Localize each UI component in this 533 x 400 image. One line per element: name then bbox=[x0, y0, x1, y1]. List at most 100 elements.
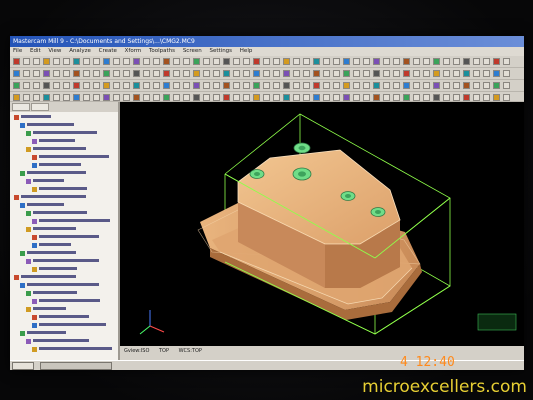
toolbar-button[interactable] bbox=[53, 82, 60, 89]
menu-item[interactable]: Xform bbox=[122, 48, 145, 54]
toolbar-button[interactable] bbox=[453, 94, 460, 101]
toolbar-button[interactable] bbox=[373, 58, 380, 65]
toolbar-button[interactable] bbox=[393, 94, 400, 101]
tree-item[interactable] bbox=[10, 235, 116, 242]
toolbar-button[interactable] bbox=[243, 94, 250, 101]
toolbar-button[interactable] bbox=[303, 58, 310, 65]
toolbar-button[interactable] bbox=[73, 82, 80, 89]
toolbar-button[interactable] bbox=[73, 58, 80, 65]
toolbar-button[interactable] bbox=[133, 70, 140, 77]
toolbar-button[interactable] bbox=[383, 70, 390, 77]
toolbar-button[interactable] bbox=[413, 82, 420, 89]
tree-item[interactable] bbox=[10, 163, 116, 170]
toolbar-button[interactable] bbox=[183, 82, 190, 89]
toolbar-button[interactable] bbox=[423, 58, 430, 65]
toolbar-button[interactable] bbox=[263, 70, 270, 77]
toolbar-button[interactable] bbox=[393, 58, 400, 65]
toolbar-button[interactable] bbox=[503, 94, 510, 101]
toolbar-button[interactable] bbox=[63, 82, 70, 89]
toolbar-button[interactable] bbox=[483, 58, 490, 65]
toolbar-button[interactable] bbox=[113, 94, 120, 101]
tree-item[interactable] bbox=[10, 155, 116, 162]
toolbar-button[interactable] bbox=[493, 82, 500, 89]
toolbar-button[interactable] bbox=[293, 70, 300, 77]
toolbar-button[interactable] bbox=[23, 82, 30, 89]
toolbar-button[interactable] bbox=[323, 82, 330, 89]
toolbar-button[interactable] bbox=[453, 58, 460, 65]
toolbar-button[interactable] bbox=[503, 82, 510, 89]
toolbar-button[interactable] bbox=[113, 58, 120, 65]
toolbar-button[interactable] bbox=[23, 70, 30, 77]
tree-item[interactable] bbox=[10, 203, 116, 210]
tree-item[interactable] bbox=[10, 123, 116, 130]
toolbar-button[interactable] bbox=[433, 82, 440, 89]
tree-item[interactable] bbox=[10, 171, 116, 178]
toolbar-button[interactable] bbox=[183, 70, 190, 77]
toolbar-button[interactable] bbox=[413, 58, 420, 65]
toolbar-button[interactable] bbox=[323, 70, 330, 77]
toolbar-button[interactable] bbox=[113, 70, 120, 77]
toolbar-button[interactable] bbox=[333, 70, 340, 77]
menu-item[interactable]: Toolpaths bbox=[146, 48, 178, 54]
toolbar-button[interactable] bbox=[113, 82, 120, 89]
toolbar-button[interactable] bbox=[203, 94, 210, 101]
tree-item[interactable] bbox=[10, 251, 116, 258]
toolbar-button[interactable] bbox=[133, 58, 140, 65]
toolbar-button[interactable] bbox=[243, 70, 250, 77]
toolbar-button[interactable] bbox=[343, 70, 350, 77]
toolbar-button[interactable] bbox=[293, 82, 300, 89]
toolbar-button[interactable] bbox=[433, 94, 440, 101]
toolbar-button[interactable] bbox=[93, 70, 100, 77]
toolbar-button[interactable] bbox=[413, 70, 420, 77]
toolbar-button[interactable] bbox=[403, 58, 410, 65]
tree-item[interactable] bbox=[10, 131, 116, 138]
toolbar-button[interactable] bbox=[343, 58, 350, 65]
toolbar-button[interactable] bbox=[473, 82, 480, 89]
toolbar-button[interactable] bbox=[233, 94, 240, 101]
tree-item[interactable] bbox=[10, 179, 116, 186]
toolbar-button[interactable] bbox=[153, 70, 160, 77]
tree-item[interactable] bbox=[10, 299, 116, 306]
menu-item[interactable]: Edit bbox=[27, 48, 44, 54]
toolbar-button[interactable] bbox=[453, 70, 460, 77]
toolbar-button[interactable] bbox=[203, 70, 210, 77]
toolbar-button[interactable] bbox=[13, 58, 20, 65]
toolbar-button[interactable] bbox=[263, 58, 270, 65]
tree-item[interactable] bbox=[10, 323, 116, 330]
toolbar-button[interactable] bbox=[413, 94, 420, 101]
toolbar-button[interactable] bbox=[53, 94, 60, 101]
toolbar-button[interactable] bbox=[183, 58, 190, 65]
tree-item[interactable] bbox=[10, 339, 116, 346]
toolbar-button[interactable] bbox=[173, 94, 180, 101]
toolbar-button[interactable] bbox=[353, 58, 360, 65]
toolbar-button[interactable] bbox=[213, 70, 220, 77]
toolbar-button[interactable] bbox=[303, 70, 310, 77]
toolbar-button[interactable] bbox=[173, 58, 180, 65]
tree-item[interactable] bbox=[10, 227, 116, 234]
toolbar-button[interactable] bbox=[503, 58, 510, 65]
tree-item[interactable] bbox=[10, 307, 116, 314]
toolbar-button[interactable] bbox=[423, 70, 430, 77]
toolbar-button[interactable] bbox=[273, 58, 280, 65]
toolbar-button[interactable] bbox=[153, 94, 160, 101]
toolbar-button[interactable] bbox=[483, 82, 490, 89]
toolbar-button[interactable] bbox=[293, 94, 300, 101]
toolbar-button[interactable] bbox=[43, 82, 50, 89]
toolbar-button[interactable] bbox=[453, 82, 460, 89]
toolbar-button[interactable] bbox=[363, 70, 370, 77]
toolbar-button[interactable] bbox=[43, 94, 50, 101]
toolbar-button[interactable] bbox=[153, 82, 160, 89]
toolbar-button[interactable] bbox=[253, 94, 260, 101]
toolbar-button[interactable] bbox=[23, 58, 30, 65]
toolbar-button[interactable] bbox=[263, 94, 270, 101]
toolbar-button[interactable] bbox=[393, 82, 400, 89]
toolbar-button[interactable] bbox=[83, 58, 90, 65]
toolbar-button[interactable] bbox=[23, 94, 30, 101]
toolbar-button[interactable] bbox=[383, 94, 390, 101]
toolbar-button[interactable] bbox=[373, 94, 380, 101]
toolbar-button[interactable] bbox=[83, 82, 90, 89]
toolbar-button[interactable] bbox=[363, 94, 370, 101]
toolbar-button[interactable] bbox=[383, 58, 390, 65]
toolbar-button[interactable] bbox=[233, 82, 240, 89]
toolbar-button[interactable] bbox=[443, 94, 450, 101]
